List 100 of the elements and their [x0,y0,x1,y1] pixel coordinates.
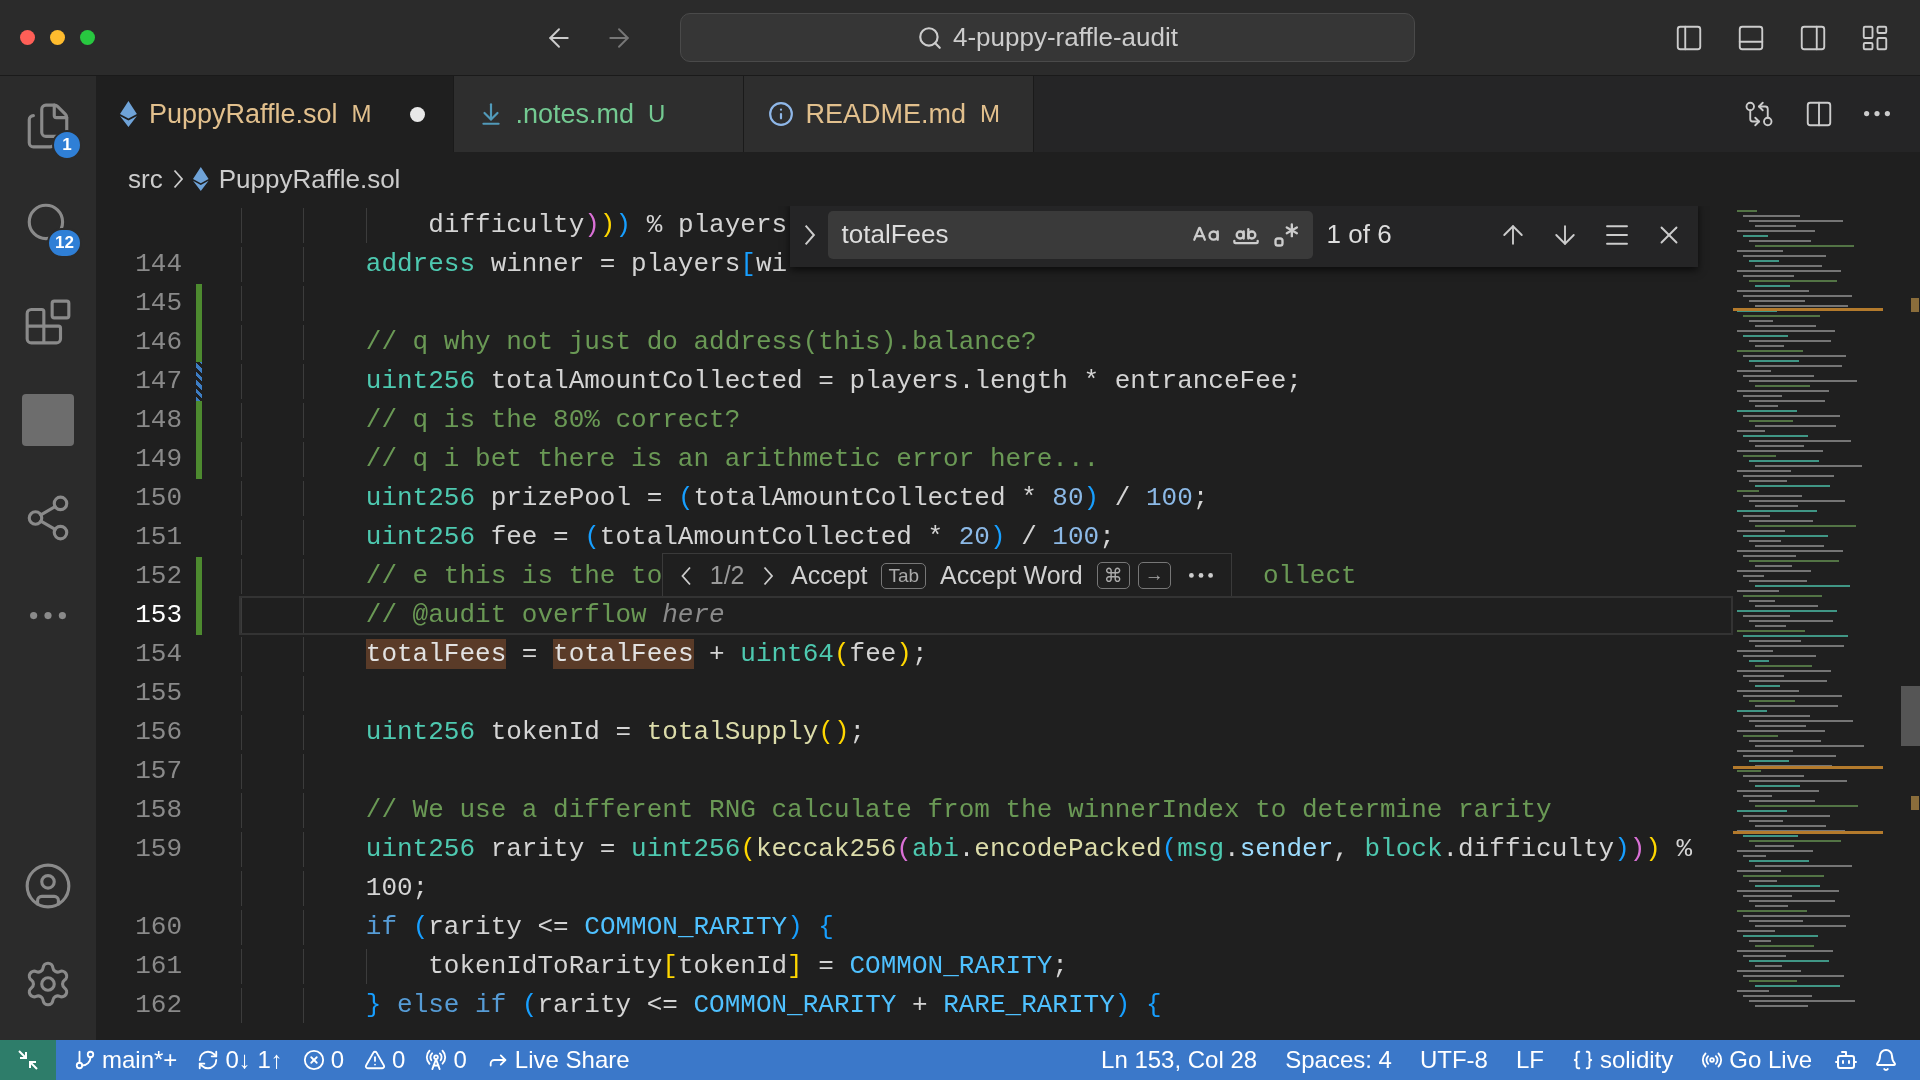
diamond-icon [193,167,209,191]
code-line: // q why not just do address(this).balance? [365,326,1037,359]
chevron-right-icon [762,565,774,586]
chevron-icon [172,169,184,189]
chevron-icon [804,223,816,246]
line-number: 150 [134,482,182,515]
line-number: 145 [134,287,182,320]
find-input[interactable]: totalFees [827,210,1313,259]
git-status: M [351,100,372,128]
key-hint: Tab [881,562,927,589]
branch-icon [74,1049,96,1071]
status-item[interactable]: Spaces: 4 [1275,1046,1402,1074]
extensions-icon [23,297,73,347]
accept-button[interactable]: Accept [791,561,868,590]
code-line: // @audit overflow here [365,599,725,632]
code-line: } else if (rarity <= COMMON_RARITY + RARE_RARITY) { [365,989,1162,1022]
line-number: 158 [134,794,182,827]
info-icon [767,101,794,127]
error-icon [302,1049,325,1071]
key-hint: → [1137,562,1171,589]
accept-word-button[interactable]: Accept Word [940,561,1083,590]
code-line: difficulty))) % players [428,209,788,242]
code-line: // e this is the to [365,560,663,593]
line-number: 144 [134,248,182,281]
count-badge: 1 [52,130,82,160]
more-icon [1188,573,1213,578]
git-status: M [980,100,1001,128]
minimize-window-button[interactable] [50,30,65,45]
command-center[interactable]: 4-puppy-raffle-audit [680,13,1415,62]
more-icon [30,612,66,620]
editor-tab[interactable]: .notes.md U [453,76,744,152]
ports-button[interactable]: 0 [415,1046,477,1074]
line-number: 155 [134,677,182,710]
code-line: tokenIdToRarity[tokenId] = COMMON_RARITY; [428,950,1068,983]
sync-icon [197,1049,220,1071]
sync-button[interactable]: 0↓ 1↑ [187,1046,293,1074]
key-hint: ⌘ [1096,562,1130,589]
status-item[interactable]: Ln 153, Col 28 [1091,1046,1268,1074]
count-badge: 12 [47,228,82,258]
search-icon [917,24,943,51]
code-line: 100; [365,872,429,905]
breadcrumb-item[interactable]: PuppyRaffle.sol [218,163,401,195]
line-number: 153 [134,599,182,632]
line-number: 151 [134,521,182,554]
suggestion-counter: 1/2 [709,561,745,590]
go-live-button[interactable]: Go Live [1691,1046,1822,1074]
code-line: uint256 tokenId = totalSupply(); [365,716,866,749]
editor-tab[interactable]: PuppyRaffle.sol M [96,76,454,152]
code-line: // q i bet there is an arithmetic error here... [365,443,1100,476]
line-number: 157 [134,755,182,788]
status-item[interactable]: LF [1505,1046,1554,1074]
code-line: if (rarity <= COMMON_RARITY) { [365,911,834,944]
tab-label: PuppyRaffle.sol [148,98,338,130]
bell-icon [1874,1048,1898,1072]
git-status: U [648,100,666,128]
code-line: // We use a different RNG calculate from the winnerIndex to determine rarity [365,794,1552,827]
diamond-icon [120,101,137,127]
close-window-button[interactable] [20,30,35,45]
compare-icon [1744,99,1774,129]
tab-label: README.md [805,98,967,130]
robot-icon [1834,1048,1858,1072]
status-item[interactable]: UTF-8 [1409,1046,1498,1074]
braces-icon [1571,1049,1594,1071]
line-number: 149 [134,443,182,476]
remote-icon [18,1050,38,1070]
activity-search-button[interactable]: 12 [16,192,80,256]
code-line: address winner = players[wi [365,248,788,281]
line-number: 148 [134,404,182,437]
more-icon [1864,111,1890,117]
line-number: 156 [134,716,182,749]
line-number: 159 [134,833,182,866]
line-number: 152 [134,560,182,593]
line-number: 146 [134,326,182,359]
code-line: uint256 rarity = uint256(keccak256(abi.encodePacked(msg.sender, block.difficulty))) % [365,833,1693,866]
maximize-window-button[interactable] [80,30,95,45]
line-number: 160 [134,911,182,944]
line-number: 161 [134,950,182,983]
antenna-icon [425,1049,448,1071]
photo-placeholder [22,394,74,446]
code-line: uint256 prizePool = (totalAmountCollected * 80) / 100; [365,482,1209,515]
line-number: 162 [134,989,182,1022]
code-line: uint256 totalAmountCollected = players.length * entranceFee; [365,365,1302,398]
errors-button[interactable]: 0 [292,1046,355,1074]
branch-button[interactable]: main*+ [64,1046,188,1074]
activity-files-button[interactable]: 1 [16,94,80,158]
live-share-button[interactable]: Live Share [476,1046,640,1074]
tab-label: .notes.md [515,98,635,130]
breadcrumb-item[interactable]: src [128,163,163,195]
split-icon [1804,99,1834,129]
code-line: // q is the 80% correct? [365,404,741,437]
warnings-button[interactable]: 0 [354,1046,416,1074]
code-line: ollect [1262,560,1357,593]
chevron-left-icon [681,565,692,586]
regex-icon [1271,220,1300,249]
editor-tab[interactable]: README.md M [743,76,1034,152]
match-count: 1 of 6 [1326,219,1392,250]
warning-icon [364,1049,387,1071]
language-button[interactable]: solidity [1561,1046,1684,1074]
remote-button[interactable] [0,1040,56,1080]
code-line: totalFees = totalFees + uint64(fee); [365,638,928,671]
